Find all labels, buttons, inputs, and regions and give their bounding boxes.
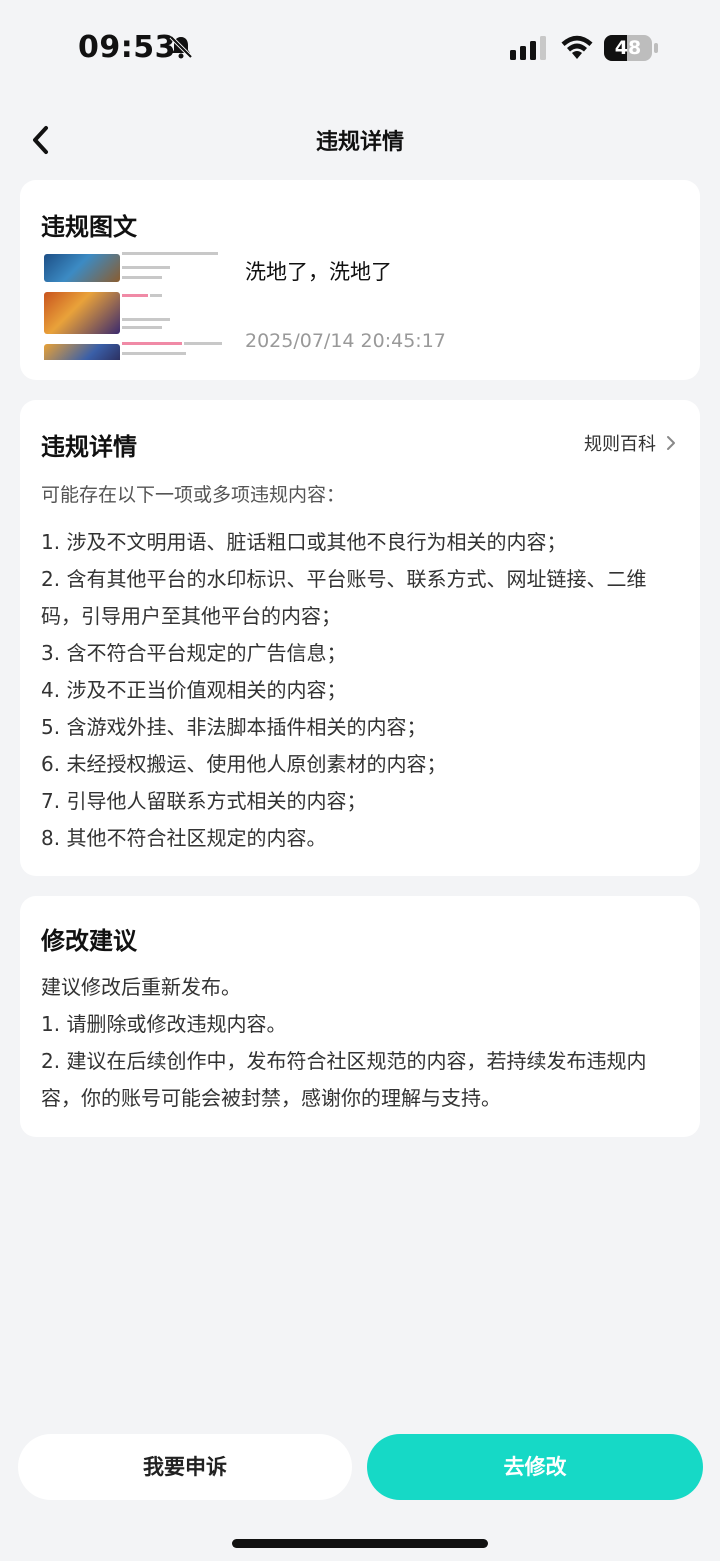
page-title: 违规详情	[315, 130, 404, 155]
battery-level: 48	[614, 37, 642, 59]
suggestion-card-title: 修改建议	[41, 927, 137, 955]
rule-item: 2. 含有其他平台的水印标识、平台账号、联系方式、网址链接、二维码，引导用户至其…	[41, 567, 647, 628]
rule-list: 1. 涉及不文明用语、脏话粗口或其他不良行为相关的内容； 2. 含有其他平台的水…	[41, 524, 681, 857]
rule-item: 8. 其他不符合社区规定的内容。	[41, 826, 327, 850]
battery-icon: 48	[604, 35, 658, 61]
bell-off-icon	[169, 35, 193, 59]
rule-item: 1. 涉及不文明用语、脏话粗口或其他不良行为相关的内容；	[41, 530, 567, 554]
status-bar: 09:53 48	[0, 0, 720, 96]
details-intro: 可能存在以下一项或多项违规内容：	[41, 484, 346, 506]
nav-bar: 违规详情	[0, 110, 720, 170]
home-indicator[interactable]	[232, 1539, 488, 1548]
suggestion-list: 建议修改后重新发布。 1. 请删除或修改违规内容。 2. 建议在后续创作中，发布…	[41, 969, 681, 1117]
rule-item: 5. 含游戏外挂、非法脚本插件相关的内容；	[41, 715, 427, 739]
suggestion-item: 1. 请删除或修改违规内容。	[41, 1012, 287, 1036]
suggestion-item: 2. 建议在后续创作中，发布符合社区规范的内容，若持续发布违规内容，你的账号可能…	[41, 1049, 647, 1110]
violation-details-card: 违规详情 规则百科 可能存在以下一项或多项违规内容： 1. 涉及不文明用语、脏话…	[20, 400, 700, 876]
post-card-title: 违规图文	[41, 213, 137, 241]
rule-item: 6. 未经授权搬运、使用他人原创素材的内容；	[41, 752, 447, 776]
violating-post-card: 违规图文 洗地了，洗地了 2025/07/14 20:45:17	[20, 180, 700, 380]
signal-icon	[510, 36, 546, 60]
status-time: 09:53	[78, 30, 176, 65]
post-text: 洗地了，洗地了	[245, 260, 392, 284]
details-card-title: 违规详情	[41, 433, 137, 461]
post-timestamp: 2025/07/14 20:45:17	[245, 330, 446, 352]
suggestion-card: 修改建议 建议修改后重新发布。 1. 请删除或修改违规内容。 2. 建议在后续创…	[20, 896, 700, 1137]
rule-item: 3. 含不符合平台规定的广告信息；	[41, 641, 347, 665]
suggestion-item: 建议修改后重新发布。	[41, 975, 241, 999]
wifi-icon	[561, 35, 593, 59]
rule-item: 4. 涉及不正当价值观相关的内容；	[41, 678, 347, 702]
chevron-right-icon	[667, 436, 675, 450]
rules-wiki-label: 规则百科	[584, 434, 656, 455]
rule-item: 7. 引导他人留联系方式相关的内容；	[41, 789, 367, 813]
appeal-button[interactable]: 我要申诉	[18, 1434, 352, 1500]
edit-button[interactable]: 去修改	[367, 1434, 703, 1500]
rules-wiki-link[interactable]: 规则百科	[584, 430, 676, 456]
post-thumbnail[interactable]	[44, 252, 222, 360]
